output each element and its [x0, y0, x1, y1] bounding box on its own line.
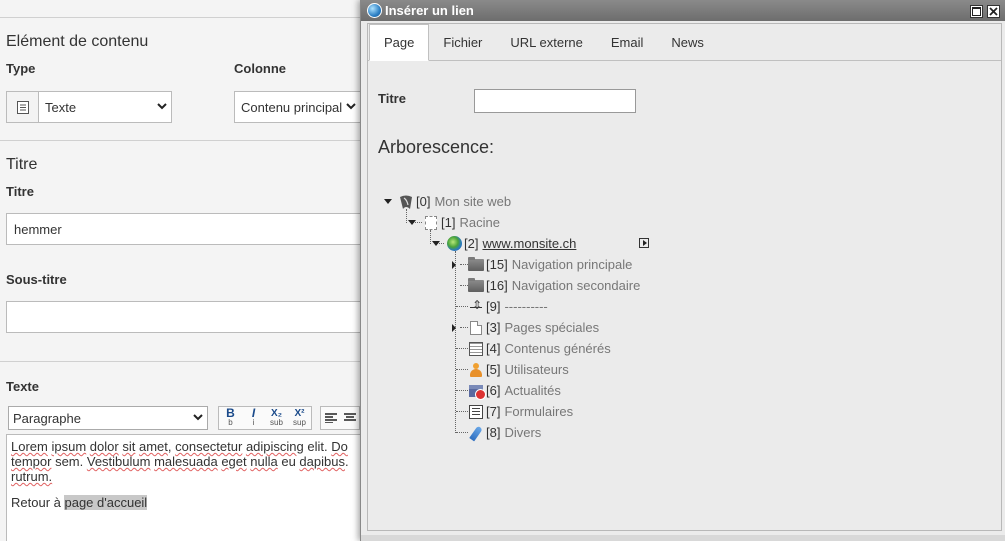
rte-editor[interactable]: Lorem ipsum dolor sit amet, consectetur …: [6, 434, 362, 541]
divider: [0, 361, 362, 362]
colonne-select-value: Contenu principal: [241, 99, 343, 115]
align-buttons: [320, 406, 360, 430]
divider: [0, 140, 362, 141]
align-center-button[interactable]: [340, 407, 359, 429]
type-select[interactable]: Texte: [6, 91, 172, 123]
globe-icon: [367, 3, 382, 18]
chevron-down-icon: [153, 101, 171, 113]
rte-paragraph: Retour à page d'accueil: [11, 495, 148, 510]
close-button[interactable]: [987, 5, 1000, 18]
dialog-title: Insérer un lien: [385, 3, 474, 18]
link-title-label: Titre: [378, 91, 406, 106]
superscript-button[interactable]: X² sup: [288, 407, 311, 429]
collapse-toggle-icon[interactable]: [408, 220, 416, 225]
expand-toggle-icon[interactable]: [452, 260, 456, 269]
type-select-value: Texte: [45, 99, 77, 115]
titre-input[interactable]: hemmer: [6, 213, 362, 245]
format-select-value: Paragraphe: [13, 410, 81, 426]
align-left-button[interactable]: [321, 407, 340, 429]
format-buttons: Bb Ii X₂ sub X² sup: [218, 406, 312, 430]
tree-node-0[interactable]: [0] Mon site web: [384, 191, 511, 212]
globe-icon: [446, 236, 462, 252]
page-tree-heading: Arborescence:: [378, 137, 495, 157]
tree-node-16[interactable]: [16] Navigation secondaire: [468, 275, 640, 296]
folder-icon: [468, 256, 484, 273]
news-icon: [468, 383, 486, 400]
tree-node-1[interactable]: [1] Racine: [408, 212, 500, 233]
insert-link-dialog: Insérer un lien Page Fichier URL externe…: [360, 0, 1005, 541]
tree-node-3[interactable]: [3] Pages spéciales: [452, 317, 599, 338]
tree-node-4[interactable]: [4] Contenus générés: [468, 338, 611, 359]
titre-label: Titre: [6, 184, 34, 199]
tab-url-externe[interactable]: URL externe: [496, 24, 597, 60]
tree-node-2[interactable]: [2] www.monsite.ch: [432, 233, 576, 254]
soustitre-input[interactable]: [6, 301, 362, 333]
collapse-toggle-icon[interactable]: [384, 199, 392, 204]
tree-node-5[interactable]: [5] Utilisateurs: [468, 359, 569, 380]
tree-node-9[interactable]: [9] ----------: [468, 296, 548, 317]
rte-paragraph: Lorem ipsum dolor sit amet, consectetur …: [11, 439, 349, 484]
tab-fichier[interactable]: Fichier: [429, 24, 496, 60]
format-select[interactable]: Paragraphe: [8, 406, 208, 430]
content-element-editor: Elément de contenu Type Colonne Texte Co…: [0, 0, 362, 541]
collapse-toggle-icon[interactable]: [432, 241, 440, 246]
racine-page-icon: [423, 215, 439, 231]
form-icon: [468, 404, 484, 420]
soustitre-label: Sous-titre: [6, 272, 67, 287]
tree-node-6[interactable]: [6] Actualités: [468, 380, 561, 401]
link-title-input[interactable]: [474, 89, 636, 113]
align-center-icon: [343, 413, 356, 421]
text-type-icon: [7, 92, 39, 122]
user-icon: [468, 362, 484, 378]
dialog-footer: [361, 535, 1005, 541]
titre-section-title: Titre: [6, 156, 38, 173]
rte-toolbar: Paragraphe Bb Ii X₂ sub X² sup: [6, 404, 362, 434]
italic-button[interactable]: Ii: [242, 407, 265, 429]
dialog-body: Page Fichier URL externe Email News Titr…: [367, 23, 1002, 531]
type-label: Type: [6, 61, 36, 76]
tree-node-15[interactable]: [15] Navigation principale: [452, 254, 632, 275]
tree-node-8[interactable]: [8] Divers: [468, 422, 541, 443]
texte-label: Texte: [6, 379, 39, 394]
bold-button[interactable]: Bb: [219, 407, 242, 429]
chevron-down-icon: [342, 101, 360, 113]
align-left-icon: [324, 413, 337, 423]
maximize-button[interactable]: [970, 5, 983, 18]
tab-panel-page: Titre Arborescence: [0] Mon site web [1]…: [368, 61, 1001, 530]
tree-node-7[interactable]: [7] Formulaires: [468, 401, 573, 422]
selected-page-link[interactable]: www.monsite.ch: [482, 236, 576, 251]
selected-link-text[interactable]: page d'accueil: [64, 495, 148, 510]
typo3-root-icon: [398, 194, 414, 210]
colonne-select[interactable]: Contenu principal: [234, 91, 362, 123]
tab-news[interactable]: News: [657, 24, 718, 60]
chevron-down-icon: [189, 412, 207, 424]
section-title: Elément de contenu: [6, 33, 149, 50]
feather-icon: [468, 425, 484, 441]
subscript-button[interactable]: X₂ sub: [265, 407, 288, 429]
dialog-titlebar[interactable]: Insérer un lien: [361, 0, 1005, 21]
tab-page[interactable]: Page: [369, 24, 430, 61]
calendar-icon: [468, 341, 484, 357]
divider: [0, 17, 362, 18]
colonne-label: Colonne: [234, 61, 286, 76]
page-icon: [468, 320, 484, 336]
select-page-arrow-icon[interactable]: [639, 238, 649, 248]
tab-bar: Page Fichier URL externe Email News: [368, 24, 1001, 61]
close-icon: [989, 7, 998, 16]
divider-icon: [468, 298, 484, 315]
folder-icon: [468, 277, 484, 294]
titre-input-value: hemmer: [14, 221, 62, 237]
tab-email[interactable]: Email: [597, 24, 658, 60]
expand-toggle-icon[interactable]: [452, 323, 456, 332]
